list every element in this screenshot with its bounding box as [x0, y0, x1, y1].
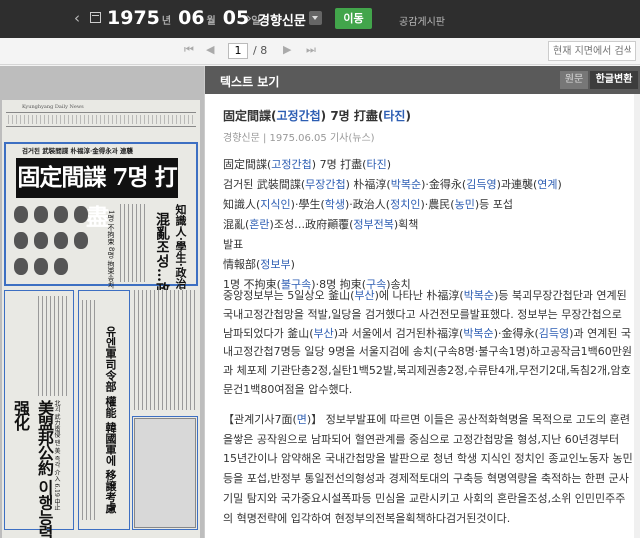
original-text-button[interactable]: 원문: [560, 71, 588, 89]
page-number-input[interactable]: 1: [228, 43, 248, 59]
text-segment: 知識人(: [223, 198, 261, 211]
text-segment: ): [290, 258, 295, 271]
date-display[interactable]: 1975 년 06 월 05 일: [107, 7, 267, 29]
month-value: 06: [178, 7, 205, 29]
hangul-reading: 혼란: [249, 218, 270, 231]
panel-header: 텍스트 보기 원문 한글변환: [205, 66, 640, 94]
next-date-button[interactable]: ›: [246, 9, 252, 27]
top-bar: ‹ 1975 년 06 월 05 일 › 경향신문 이동 공감게시판: [0, 0, 640, 38]
hangul-reading: 김득영: [466, 178, 497, 191]
article-col: 1명 不拘束 8명 拘束송치: [107, 210, 115, 289]
text-view-panel: 텍스트 보기 원문 한글변환 固定間諜(고정간첩) 7명 打盡(타진) 경향신문…: [204, 66, 640, 538]
lead-line: 知識人(지식인)·學生(학생)·政治人(정치인)·農民(농민)등 포섭: [223, 195, 633, 215]
hangul-reading: 무장간첩: [305, 178, 346, 191]
side-headline: 美盟邦公約 이행능력 强化: [11, 400, 54, 538]
hangul-reading: 박복순: [390, 178, 422, 191]
side-article: 北괴 武力南侵 땐 美 즉각 介入 6.19 中止: [53, 400, 60, 511]
first-page-icon[interactable]: ⏮: [184, 43, 194, 57]
hangul-convert-button[interactable]: 한글변환: [590, 71, 638, 89]
next-page-icon[interactable]: ▶: [283, 43, 291, 56]
lead-line: 情報部(정보부): [223, 255, 633, 275]
mid-headline: 유엔軍司令部 權能 韓國軍에 移譲考慮: [104, 326, 117, 514]
hangul-reading: 지식인: [260, 198, 291, 211]
text-segment: )·農民(: [420, 198, 455, 211]
newspaper-page: Kyunghyang Daily News 검거된 武裝間諜 朴福淳·金得永과 …: [2, 100, 200, 538]
hangul-reading: 박복순: [463, 289, 495, 302]
hangul-reading: 부산: [354, 289, 375, 302]
board-link[interactable]: 공감게시판: [399, 13, 445, 28]
hangul-reading: 정부전복: [353, 218, 394, 231]
text-segment: )·政治人(: [345, 198, 391, 211]
text-segment: 중앙정보부는 5일상오 釜山(: [223, 289, 355, 302]
hangul-reading: 김득영: [538, 326, 570, 340]
hangul-reading: 정치인: [390, 198, 421, 211]
page-navigation: ⏮ ◀ 1 / 8 ▶ ⏭: [0, 38, 640, 65]
text-segment: ) 朴福淳(: [345, 178, 391, 191]
text-segment: )과連襲(: [496, 178, 538, 191]
newspaper-select[interactable]: 경향신문: [258, 10, 306, 29]
article-title: 固定間諜(고정간첩) 7명 打盡(타진): [223, 109, 411, 123]
article-lead: 固定間諜(고정간첩) 7명 打盡(타진) 검거된 武裝間諜(무장간첩) 朴福淳(박…: [223, 155, 633, 295]
text-segment: )과 서울에서 검거된朴福淳(: [333, 326, 464, 340]
lead-line: 발표: [223, 235, 633, 255]
text-segment: ): [386, 158, 392, 171]
text-segment: )·學生(: [290, 198, 325, 211]
hangul-reading: 박복순: [463, 326, 494, 340]
lead-line: 固定間諜(고정간첩) 7명 打盡(타진): [223, 155, 633, 175]
newspaper-banner: Kyunghyang Daily News: [22, 104, 84, 110]
article-paragraph-2: 【관계기사7面(면)】 정보부발표에 따르면 이들은 공산적화혁명을 목적으로 …: [223, 410, 633, 528]
page-search-input[interactable]: [548, 41, 636, 61]
page-total: / 8: [253, 44, 268, 57]
text-segment: 固定間諜(: [223, 158, 272, 171]
text-segment: ) 7명 打盡(: [311, 158, 367, 171]
text-segment: )획책: [393, 218, 419, 231]
hangul-reading: 타진: [366, 158, 387, 171]
text-segment: )·金得永(: [493, 326, 539, 340]
calendar-icon[interactable]: [90, 12, 101, 23]
prev-date-button[interactable]: ‹: [74, 9, 80, 27]
article-headline: 固定間諜 7명 打盡: [16, 158, 178, 231]
text-segment: 混亂(: [223, 218, 250, 231]
hangul-reading: 부산: [313, 326, 334, 340]
chevron-down-icon[interactable]: [309, 11, 322, 25]
text-segment: )조성…政府顚覆(: [269, 218, 354, 231]
article-meta: 경향신문 | 1975.06.05 기사(뉴스): [223, 133, 375, 144]
hangul-reading: 연계: [537, 178, 558, 191]
scrollbar[interactable]: [634, 94, 640, 538]
hangul-reading: 면: [296, 413, 307, 426]
lead-line: 混亂(혼란)조성…政府顚覆(정부전복)획책: [223, 215, 633, 235]
hangul-reading: 고정간첩: [271, 158, 312, 171]
text-segment: 검거된 武裝間諜(: [223, 178, 306, 191]
text-segment: 情報部(: [223, 258, 261, 271]
text-segment: )에 나타난 朴福淳(: [374, 289, 464, 302]
text-segment: ): [557, 178, 562, 191]
text-segment: )등 포섭: [474, 198, 513, 211]
hangul-reading: 학생: [324, 198, 346, 211]
month-unit: 월: [206, 16, 216, 27]
text-segment: 발표: [223, 238, 244, 251]
hangul-reading: 농민: [454, 198, 475, 211]
text-segment: 【관계기사7面(: [223, 413, 297, 426]
article-paragraph-1: 중앙정보부는 5일상오 釜山(부산)에 나타난 朴福淳(박복순)등 북괴무장간첩…: [223, 287, 633, 400]
article-kicker: 검거된 武裝間諜 朴福淳·金得永과 連襲: [22, 147, 133, 155]
newspaper-page-view[interactable]: Kyunghyang Daily News 검거된 武裝間諜 朴福淳·金得永과 …: [0, 66, 204, 538]
panel-title: 텍스트 보기: [220, 75, 280, 89]
lead-line: 검거된 武裝間諜(무장간첩) 朴福淳(박복순)·金得永(김득영)과連襲(연계): [223, 175, 633, 195]
last-page-icon[interactable]: ⏭: [306, 43, 316, 57]
text-segment: )·金得永(: [421, 178, 467, 191]
text-segment: )】 정보부발표에 따르면 이들은 공산적화혁명을 목적으로 고도의 훈련을쌓은…: [223, 413, 633, 525]
prev-page-icon[interactable]: ◀: [206, 43, 214, 56]
hangul-reading: 정보부: [260, 258, 291, 271]
go-button[interactable]: 이동: [335, 8, 372, 29]
year-unit: 년: [161, 16, 172, 27]
year-value: 1975: [107, 7, 160, 29]
